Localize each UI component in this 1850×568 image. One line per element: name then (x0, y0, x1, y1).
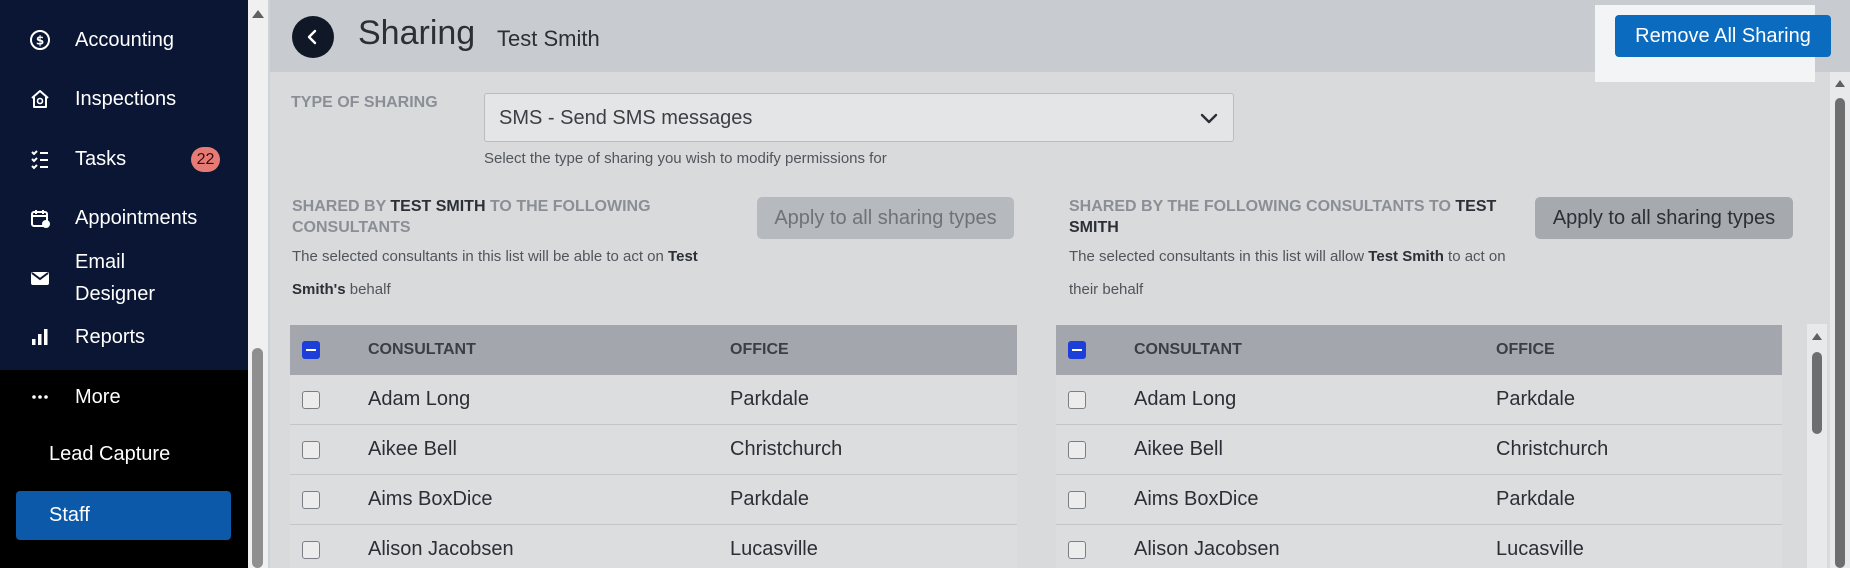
right-apply-all-button[interactable]: Apply to all sharing types (1535, 197, 1793, 239)
title-text: SHARED BY (292, 198, 391, 215)
left-section-title: SHARED BY TEST SMITH TO THE FOLLOWING CO… (292, 196, 722, 238)
table-row[interactable]: Adam Long Parkdale (290, 375, 1017, 425)
table-row[interactable]: Aikee Bell Christchurch (1056, 425, 1782, 475)
table-row[interactable]: Aims BoxDice Parkdale (290, 475, 1017, 525)
sharing-type-select[interactable]: SMS - Send SMS messages (484, 93, 1234, 142)
dollar-circle-icon: $ (28, 28, 52, 52)
row-checkbox[interactable] (302, 441, 320, 459)
sidebar-scrollbar[interactable] (248, 0, 268, 568)
consultant-cell: Aikee Bell (1134, 438, 1223, 460)
remove-all-sharing-button[interactable]: Remove All Sharing (1615, 15, 1831, 57)
row-checkbox[interactable] (1068, 391, 1086, 409)
office-cell: Christchurch (730, 438, 843, 460)
bar-chart-icon (28, 325, 52, 349)
main-scrollbar[interactable] (1830, 72, 1850, 568)
office-cell: Parkdale (730, 388, 809, 410)
office-cell: Parkdale (1496, 388, 1575, 410)
page-subtitle: Test Smith (497, 26, 600, 51)
desc-text: The selected consultants in this list wi… (1069, 248, 1369, 265)
sidebar-item-email-designer[interactable]: Email Designer (0, 246, 248, 310)
title-text: SHARED BY THE FOLLOWING CONSULTANTS TO (1069, 198, 1456, 215)
row-checkbox[interactable] (1068, 441, 1086, 459)
chevron-down-icon (1199, 108, 1219, 133)
sidebar-item-label: More (75, 386, 121, 408)
consultant-cell: Aims BoxDice (368, 488, 493, 510)
envelope-icon (28, 266, 52, 290)
sidebar-item-label: Accounting (75, 29, 174, 51)
desc-name: Test Smith (1368, 248, 1444, 265)
table-row[interactable]: Adam Long Parkdale (1056, 375, 1782, 425)
sidebar-item-more[interactable]: More (0, 381, 248, 413)
select-all-checkbox[interactable] (1068, 341, 1086, 359)
scroll-up-arrow-icon[interactable] (252, 10, 264, 18)
table-header: CONSULTANT OFFICE (1056, 325, 1782, 375)
row-checkbox[interactable] (302, 391, 320, 409)
right-section-description: The selected consultants in this list wi… (1069, 240, 1519, 306)
office-cell: Parkdale (730, 488, 809, 510)
tasks-count-badge: 22 (191, 147, 220, 172)
sidebar-item-label: Tasks (75, 148, 127, 170)
sidebar-item-appointments[interactable]: Appointments (0, 202, 248, 234)
column-header-office[interactable]: OFFICE (1496, 341, 1555, 359)
svg-text:$: $ (36, 34, 44, 48)
consultant-cell: Alison Jacobsen (1134, 538, 1280, 560)
sidebar-item-label: Email Designer (75, 251, 156, 305)
main-content: Sharing Test Smith Remove All Sharing TY… (270, 0, 1850, 568)
left-section-description: The selected consultants in this list wi… (292, 240, 742, 306)
scrollbar-thumb[interactable] (252, 348, 263, 568)
column-header-consultant[interactable]: CONSULTANT (368, 341, 476, 359)
desc-text: The selected consultants in this list wi… (292, 248, 669, 265)
row-checkbox[interactable] (1068, 491, 1086, 509)
sharing-type-value: SMS - Send SMS messages (499, 107, 753, 129)
sidebar-item-inspections[interactable]: Inspections (0, 83, 248, 115)
house-search-icon (28, 87, 52, 111)
sidebar-item-accounting[interactable]: $ Accounting (0, 24, 248, 56)
office-cell: Lucasville (1496, 538, 1584, 560)
consultant-cell: Aims BoxDice (1134, 488, 1259, 510)
sidebar: $ Accounting Inspections Tasks 22 Appoin… (0, 0, 248, 568)
office-cell: Lucasville (730, 538, 818, 560)
select-all-checkbox[interactable] (302, 341, 320, 359)
right-section-title: SHARED BY THE FOLLOWING CONSULTANTS TO T… (1069, 196, 1529, 238)
checklist-icon (28, 147, 52, 171)
chevron-left-icon (307, 29, 317, 45)
scroll-up-arrow-icon[interactable] (1835, 80, 1845, 87)
ellipsis-icon (28, 385, 52, 409)
table-row[interactable]: Alison Jacobsen Lucasville (290, 525, 1017, 568)
table-scrollbar[interactable] (1807, 324, 1827, 568)
row-checkbox[interactable] (302, 491, 320, 509)
office-cell: Parkdale (1496, 488, 1575, 510)
sidebar-item-label: Appointments (75, 207, 198, 229)
consultant-cell: Adam Long (1134, 388, 1237, 410)
scrollbar-thumb[interactable] (1812, 352, 1822, 434)
calendar-icon (28, 206, 52, 230)
back-button[interactable] (292, 16, 334, 58)
sidebar-item-lead-capture[interactable]: Lead Capture (49, 443, 170, 466)
column-header-office[interactable]: OFFICE (730, 341, 789, 359)
office-cell: Christchurch (1496, 438, 1609, 460)
table-row[interactable]: Alison Jacobsen Lucasville (1056, 525, 1782, 568)
row-checkbox[interactable] (1068, 541, 1086, 559)
sidebar-item-label: Reports (75, 326, 146, 348)
scrollbar-thumb[interactable] (1835, 98, 1845, 568)
type-of-sharing-label: TYPE OF SHARING (291, 94, 438, 111)
sidebar-item-label: Inspections (75, 88, 177, 110)
table-header: CONSULTANT OFFICE (290, 325, 1017, 375)
consultant-cell: Alison Jacobsen (368, 538, 514, 560)
scroll-up-arrow-icon[interactable] (1812, 333, 1822, 340)
sidebar-item-staff[interactable]: Staff (16, 491, 231, 540)
title-name: TEST SMITH (390, 198, 486, 215)
table-row[interactable]: Aims BoxDice Parkdale (1056, 475, 1782, 525)
left-apply-all-button[interactable]: Apply to all sharing types (757, 197, 1014, 239)
page-title: Sharing (358, 14, 476, 52)
sidebar-item-reports[interactable]: Reports (0, 321, 248, 353)
table-row[interactable]: Aikee Bell Christchurch (290, 425, 1017, 475)
column-header-consultant[interactable]: CONSULTANT (1134, 341, 1242, 359)
sharing-type-help: Select the type of sharing you wish to m… (484, 150, 887, 167)
consultant-cell: Aikee Bell (368, 438, 457, 460)
row-checkbox[interactable] (302, 541, 320, 559)
consultant-cell: Adam Long (368, 388, 471, 410)
desc-text: behalf (345, 281, 391, 298)
